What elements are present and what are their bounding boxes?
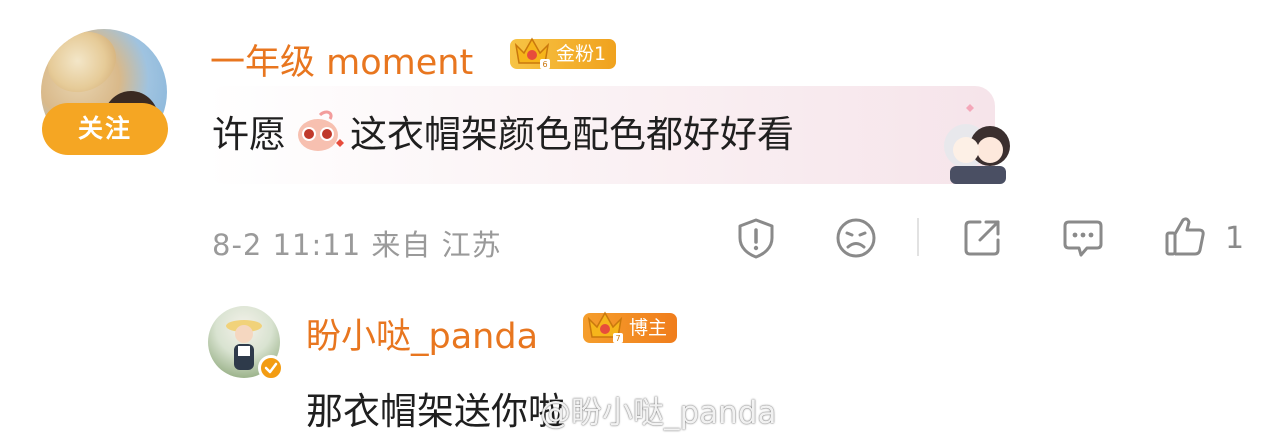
blogger-badge: 7 博主 [583,311,678,343]
comment-timestamp: 8-2 11:11 [212,228,362,262]
commenter-username[interactable]: 一年级 moment [210,34,473,85]
action-divider [917,218,919,256]
like-icon[interactable] [1163,214,1207,258]
like-count: 1 [1225,221,1245,256]
share-icon[interactable] [960,216,1004,260]
dislike-icon[interactable] [834,216,878,260]
comment-meta: 8-2 11:11 来自 江苏 [212,222,502,264]
svg-text:6: 6 [542,60,547,69]
svg-text:7: 7 [615,334,620,343]
comment-text: 许愿 这衣帽架颜色配色都好好看 [212,104,794,158]
watermark: @盼小哒_panda [540,395,777,431]
comment-text-prefix: 许愿 [212,113,286,156]
wish-sticker-icon [298,110,344,151]
crown-icon: 6 [514,37,550,69]
verified-badge-icon [258,355,284,381]
replier-username[interactable]: 盼小哒_panda [306,308,538,359]
badge-label: 金粉1 [556,43,607,65]
reply-icon[interactable] [1061,216,1105,260]
comment-text-body: 这衣帽架颜色配色都好好看 [350,113,794,156]
follow-button[interactable]: 关注 [42,103,168,155]
decoration-characters-icon [944,104,1010,184]
reply-text: 那衣帽架送你啦 [306,390,565,433]
comment-location: 来自 江苏 [371,228,502,262]
report-icon[interactable] [734,216,778,260]
crown-icon: 7 [587,311,623,343]
fan-badge: 6 金粉1 [510,37,617,69]
badge-label: 博主 [629,317,668,339]
